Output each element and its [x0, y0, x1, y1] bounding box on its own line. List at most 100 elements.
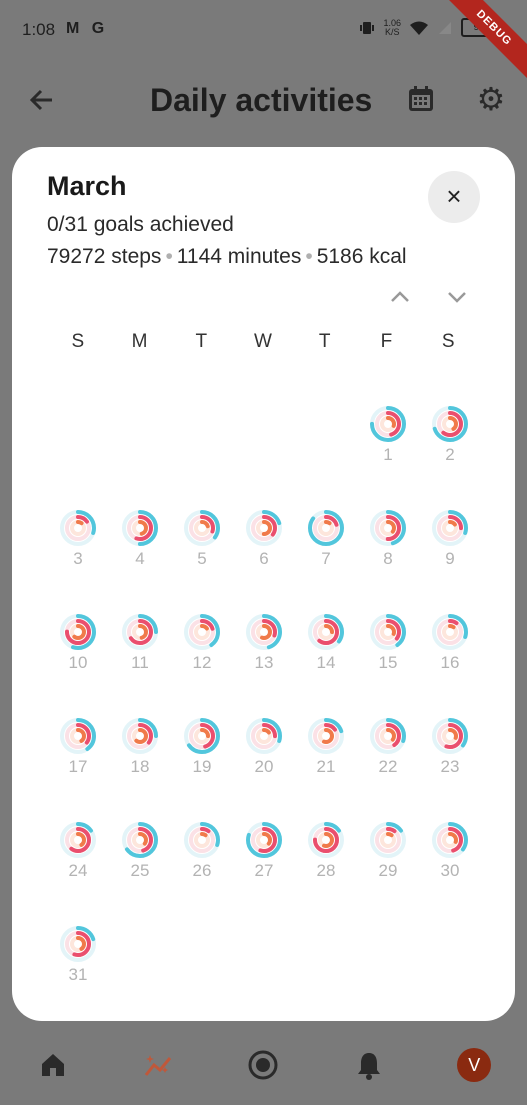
activity-rings-icon — [60, 926, 96, 962]
day-number: 7 — [321, 549, 331, 568]
day-number: 22 — [378, 757, 398, 776]
activity-rings-icon — [184, 718, 220, 754]
steps-total: 79272 steps — [47, 245, 162, 268]
weekday-label: T — [318, 331, 331, 352]
status-time: 1:08 — [22, 20, 56, 39]
day-number: 17 — [68, 757, 88, 776]
calendar-day[interactable]: 30 — [419, 821, 481, 925]
activity-rings-icon — [122, 822, 158, 858]
close-icon: × — [446, 181, 462, 211]
calendar-day[interactable]: 13 — [233, 613, 295, 717]
calendar-day[interactable]: 29 — [357, 821, 419, 925]
page-title: Daily activities — [150, 82, 373, 118]
day-number: 4 — [135, 549, 145, 568]
day-number: 18 — [130, 757, 150, 776]
signal-icon — [439, 21, 451, 34]
calendar-grid: 1 2 3 4 5 6 7 8 9 10 11 12 13 14 15 16 17 18 19 20 21 22 23 24 2… — [47, 405, 479, 1029]
activity-rings-icon — [246, 718, 282, 754]
empty-day-cell — [109, 405, 171, 509]
calendar-day[interactable]: 3 — [47, 509, 109, 613]
activity-rings-icon — [432, 510, 468, 546]
calendar-day[interactable]: 31 — [47, 925, 109, 1029]
calendar-day[interactable]: 7 — [295, 509, 357, 613]
calendar-day[interactable]: 23 — [419, 717, 481, 821]
calendar-day[interactable]: 28 — [295, 821, 357, 925]
month-title: March — [47, 171, 127, 201]
activity-rings-icon — [432, 614, 468, 650]
calendar-day[interactable]: 19 — [171, 717, 233, 821]
calendar-day[interactable]: 24 — [47, 821, 109, 925]
app-bar: Daily activities ⚙ — [0, 70, 527, 130]
goals-summary: 0/31 goals achieved — [47, 213, 234, 236]
calendar-day[interactable]: 27 — [233, 821, 295, 925]
calendar-day[interactable]: 21 — [295, 717, 357, 821]
activity-rings-icon — [246, 510, 282, 546]
calendar-day[interactable]: 15 — [357, 613, 419, 717]
totals-summary: 79272 steps • 1144 minutes • 5186 kcal — [47, 245, 407, 269]
activity-rings-icon — [370, 822, 406, 858]
calendar-day[interactable]: 18 — [109, 717, 171, 821]
day-number: 8 — [383, 549, 393, 568]
calendar-day[interactable]: 14 — [295, 613, 357, 717]
bottom-navigation: V — [0, 1025, 527, 1105]
activity-rings-icon — [122, 718, 158, 754]
activity-rings-icon — [308, 614, 344, 650]
nav-activity[interactable] — [138, 1045, 178, 1085]
day-number: 24 — [68, 861, 88, 880]
activity-rings-icon — [370, 406, 406, 442]
day-number: 29 — [378, 861, 398, 880]
network-rate-unit: K/S — [384, 26, 400, 37]
activity-rings-icon — [246, 614, 282, 650]
day-number: 21 — [316, 757, 336, 776]
activity-rings-icon — [184, 614, 220, 650]
gear-icon[interactable]: ⚙ — [474, 82, 508, 116]
activity-rings-icon — [122, 510, 158, 546]
calendar-day[interactable]: 6 — [233, 509, 295, 613]
home-icon — [41, 1054, 64, 1076]
day-number: 12 — [192, 653, 212, 672]
calendar-day[interactable]: 17 — [47, 717, 109, 821]
nav-notifications[interactable] — [349, 1045, 389, 1085]
day-number: 3 — [73, 549, 83, 568]
back-arrow-icon[interactable] — [26, 84, 58, 116]
day-number: 27 — [254, 861, 274, 880]
day-number: 30 — [440, 861, 460, 880]
calendar-icon[interactable] — [406, 84, 436, 114]
day-number: 11 — [131, 653, 149, 672]
activity-rings-icon — [308, 822, 344, 858]
activity-rings-icon — [60, 614, 96, 650]
day-number: 16 — [440, 653, 460, 672]
day-number: 13 — [254, 653, 274, 672]
calendar-day[interactable]: 26 — [171, 821, 233, 925]
calendar-day[interactable]: 25 — [109, 821, 171, 925]
calendar-day[interactable]: 22 — [357, 717, 419, 821]
chevron-up-icon[interactable] — [388, 285, 412, 309]
calendar-day[interactable]: 8 — [357, 509, 419, 613]
nav-profile[interactable]: V — [454, 1045, 494, 1085]
nav-home[interactable] — [33, 1045, 73, 1085]
calendar-day[interactable]: 4 — [109, 509, 171, 613]
calendar-day[interactable]: 2 — [419, 405, 481, 509]
calendar-day[interactable]: 1 — [357, 405, 419, 509]
calendar-day[interactable]: 9 — [419, 509, 481, 613]
day-number: 14 — [316, 653, 336, 672]
minutes-total: 1144 minutes — [176, 245, 302, 268]
day-number: 19 — [192, 757, 212, 776]
calendar-day[interactable]: 16 — [419, 613, 481, 717]
notification-icons: M G — [66, 20, 109, 37]
calendar-day[interactable]: 11 — [109, 613, 171, 717]
calendar-day[interactable]: 10 — [47, 613, 109, 717]
wifi-icon — [410, 21, 428, 35]
calendar-day[interactable]: 5 — [171, 509, 233, 613]
calendar-day[interactable]: 12 — [171, 613, 233, 717]
close-button[interactable]: × — [428, 171, 480, 223]
separator-dot: • — [165, 245, 173, 268]
activity-rings-icon — [184, 510, 220, 546]
calendar-day[interactable]: 20 — [233, 717, 295, 821]
nav-record[interactable] — [243, 1045, 283, 1085]
activity-trend-icon — [144, 1055, 172, 1076]
chevron-down-icon[interactable] — [445, 285, 469, 309]
day-number: 2 — [445, 445, 455, 464]
weekday-header: S M T W T F S — [47, 331, 479, 353]
day-number: 31 — [68, 965, 88, 984]
